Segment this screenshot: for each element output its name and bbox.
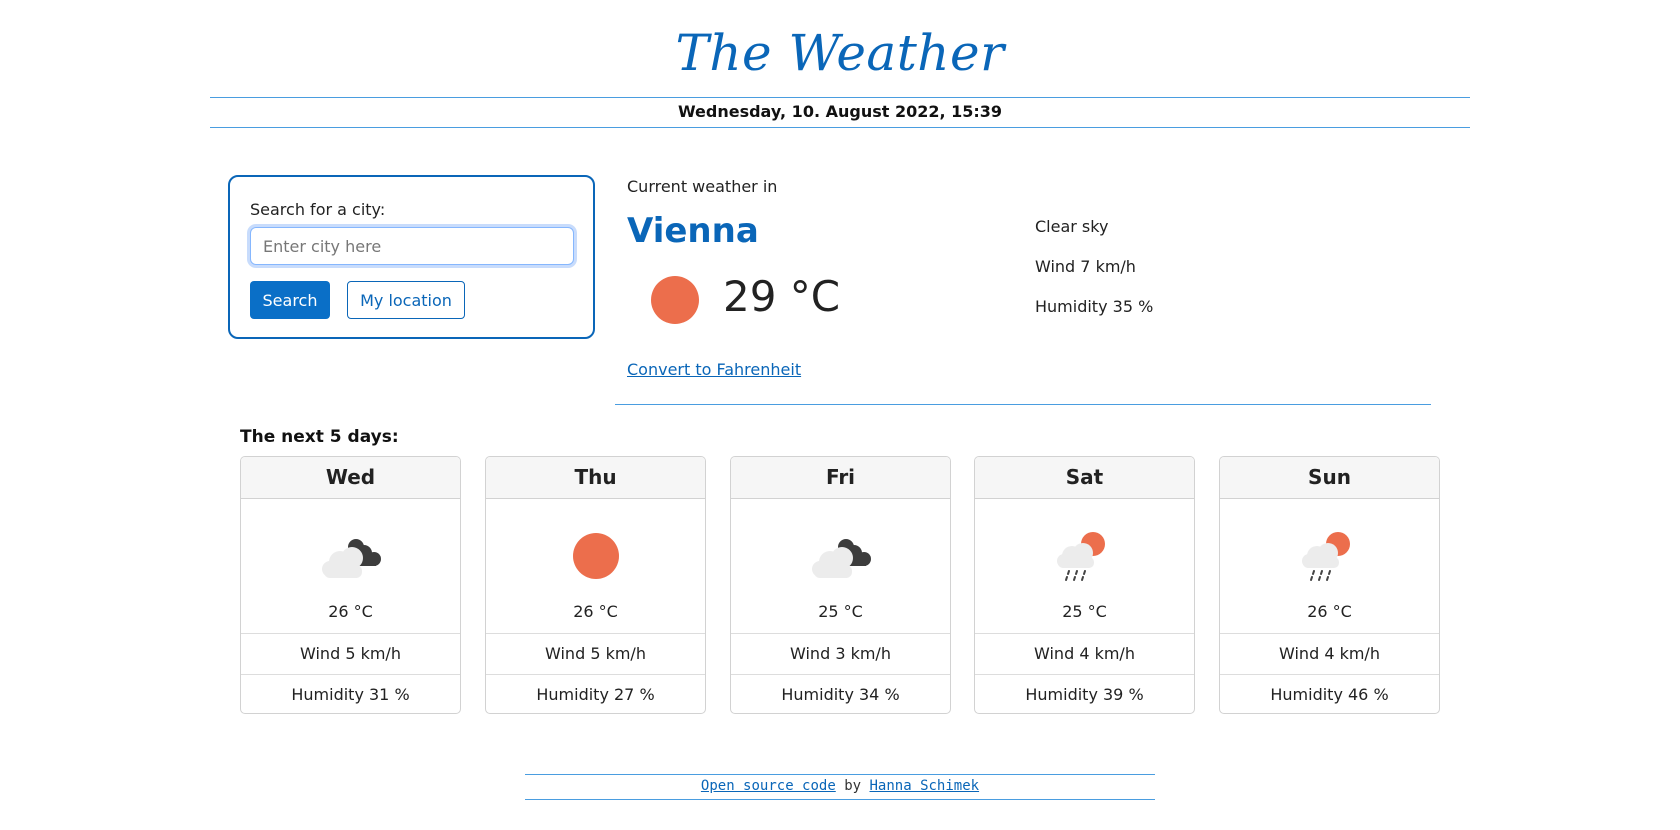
forecast-humidity: Humidity 31 % bbox=[241, 674, 460, 713]
forecast-day-name: Sun bbox=[1220, 457, 1439, 499]
forecast-temperature: 26 °C bbox=[328, 602, 373, 621]
forecast-icon-area: 26 °C bbox=[1220, 499, 1439, 633]
forecast-icon-area: 25 °C bbox=[975, 499, 1194, 633]
forecast-icon-area: 26 °C bbox=[486, 499, 705, 633]
forecast-temperature: 26 °C bbox=[1307, 602, 1352, 621]
sun-icon bbox=[561, 529, 631, 583]
forecast-wind: Wind 5 km/h bbox=[486, 633, 705, 674]
sun-icon bbox=[651, 276, 699, 324]
current-weather-label: Current weather in bbox=[627, 177, 778, 196]
forecast-day-card: Sun 26 °C Wind 4 km/h Humidity 46 % bbox=[1219, 456, 1440, 714]
forecast-humidity: Humidity 27 % bbox=[486, 674, 705, 713]
section-divider bbox=[615, 404, 1431, 405]
forecast-day-name: Fri bbox=[731, 457, 950, 499]
source-code-link[interactable]: Open source code bbox=[701, 778, 836, 794]
forecast-wind: Wind 4 km/h bbox=[1220, 633, 1439, 674]
forecast-day-name: Thu bbox=[486, 457, 705, 499]
city-name: Vienna bbox=[627, 211, 759, 251]
search-card: Search for a city: Search My location bbox=[228, 175, 595, 339]
forecast-day-card: Wed 26 °C Wind 5 km/h Humidity 31 % bbox=[240, 456, 461, 714]
current-temperature: 29 °C bbox=[723, 272, 841, 321]
forecast-day-name: Sat bbox=[975, 457, 1194, 499]
dark-cloud-icon bbox=[316, 529, 386, 583]
my-location-button[interactable]: My location bbox=[347, 281, 465, 319]
search-button[interactable]: Search bbox=[250, 281, 330, 319]
forecast-wind: Wind 4 km/h bbox=[975, 633, 1194, 674]
sun-rain-icon bbox=[1295, 529, 1365, 583]
forecast-wind: Wind 5 km/h bbox=[241, 633, 460, 674]
page-title: The Weather bbox=[675, 24, 1005, 82]
forecast-day-card: Fri 25 °C Wind 3 km/h Humidity 34 % bbox=[730, 456, 951, 714]
forecast-humidity: Humidity 34 % bbox=[731, 674, 950, 713]
search-label: Search for a city: bbox=[250, 200, 386, 219]
current-wind: Wind 7 km/h bbox=[1035, 257, 1136, 276]
dark-cloud-icon bbox=[806, 529, 876, 583]
city-search-input[interactable] bbox=[250, 227, 574, 265]
forecast-temperature: 25 °C bbox=[1062, 602, 1107, 621]
current-humidity: Humidity 35 % bbox=[1035, 297, 1154, 316]
forecast-heading: The next 5 days: bbox=[240, 427, 399, 447]
forecast-humidity: Humidity 46 % bbox=[1220, 674, 1439, 713]
forecast-icon-area: 25 °C bbox=[731, 499, 950, 633]
weather-description: Clear sky bbox=[1035, 217, 1109, 236]
forecast-day-name: Wed bbox=[241, 457, 460, 499]
forecast-day-card: Sat 25 °C Wind 4 km/h Humidity 39 % bbox=[974, 456, 1195, 714]
forecast-humidity: Humidity 39 % bbox=[975, 674, 1194, 713]
convert-fahrenheit-link[interactable]: Convert to Fahrenheit bbox=[627, 360, 801, 379]
footer-by: by bbox=[844, 778, 862, 794]
author-link[interactable]: Hanna Schimek bbox=[870, 778, 980, 794]
forecast-day-card: Thu 26 °C Wind 5 km/h Humidity 27 % bbox=[485, 456, 706, 714]
forecast-wind: Wind 3 km/h bbox=[731, 633, 950, 674]
footer: Open source code by Hanna Schimek bbox=[525, 774, 1155, 800]
forecast-temperature: 26 °C bbox=[573, 602, 618, 621]
sun-rain-icon bbox=[1050, 529, 1120, 583]
forecast-temperature: 25 °C bbox=[818, 602, 863, 621]
current-date: Wednesday, 10. August 2022, 15:39 bbox=[210, 97, 1470, 128]
forecast-icon-area: 26 °C bbox=[241, 499, 460, 633]
